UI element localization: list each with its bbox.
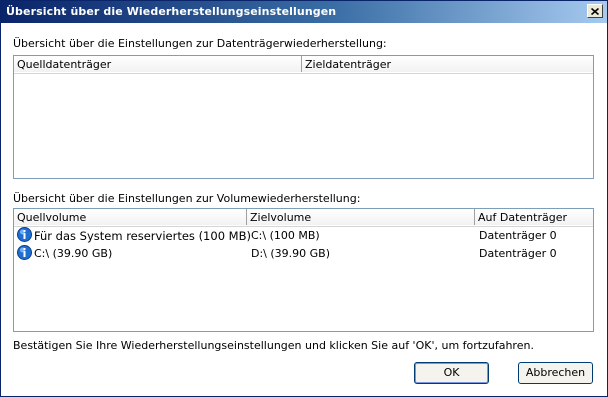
- target-volume-cell: C:\ (100 MB): [251, 229, 320, 242]
- volume-list-header: Quellvolume Zielvolume Auf Datenträger: [14, 209, 593, 227]
- volume-section-label: Übersicht über die Einstellungen zur Vol…: [13, 192, 361, 205]
- title-bar[interactable]: Übersicht über die Wiederherstellungsein…: [1, 1, 607, 23]
- dialog-body: Übersicht über die Einstellungen zur Dat…: [1, 23, 607, 396]
- table-row[interactable]: Für das System reserviertes (100 MB) C:\…: [14, 226, 593, 244]
- close-icon: [591, 7, 599, 15]
- restore-settings-dialog: Übersicht über die Wiederherstellungsein…: [0, 0, 608, 397]
- cancel-button[interactable]: Abbrechen: [518, 362, 593, 384]
- disk-list-header: Quelldatenträger Zieldatenträger: [14, 56, 593, 74]
- source-volume-cell: C:\ (39.90 GB): [34, 247, 113, 260]
- ok-button[interactable]: OK: [414, 362, 489, 384]
- volume-restore-list[interactable]: Quellvolume Zielvolume Auf Datenträger F…: [13, 208, 594, 332]
- column-header-source-disk[interactable]: Quelldatenträger: [14, 56, 302, 72]
- column-header-on-disk[interactable]: Auf Datenträger: [475, 209, 593, 225]
- target-volume-cell: D:\ (39.90 GB): [251, 247, 331, 260]
- disk-cell: Datenträger 0: [479, 229, 557, 242]
- disk-restore-list[interactable]: Quelldatenträger Zieldatenträger: [13, 55, 594, 179]
- disk-info-icon: [17, 227, 32, 242]
- disk-cell: Datenträger 0: [479, 247, 557, 260]
- disk-section-label: Übersicht über die Einstellungen zur Dat…: [13, 37, 387, 50]
- source-volume-cell: Für das System reserviertes (100 MB): [34, 229, 251, 243]
- column-header-source-volume[interactable]: Quellvolume: [14, 209, 247, 225]
- column-header-target-disk[interactable]: Zieldatenträger: [302, 56, 593, 72]
- disk-info-icon: [17, 245, 32, 260]
- table-row[interactable]: C:\ (39.90 GB) D:\ (39.90 GB) Datenträge…: [14, 244, 593, 262]
- dialog-title: Übersicht über die Wiederherstellungsein…: [6, 5, 337, 18]
- close-button[interactable]: [587, 4, 603, 18]
- column-header-target-volume[interactable]: Zielvolume: [247, 209, 475, 225]
- confirm-instruction-text: Bestätigen Sie Ihre Wiederherstellungsei…: [13, 339, 534, 352]
